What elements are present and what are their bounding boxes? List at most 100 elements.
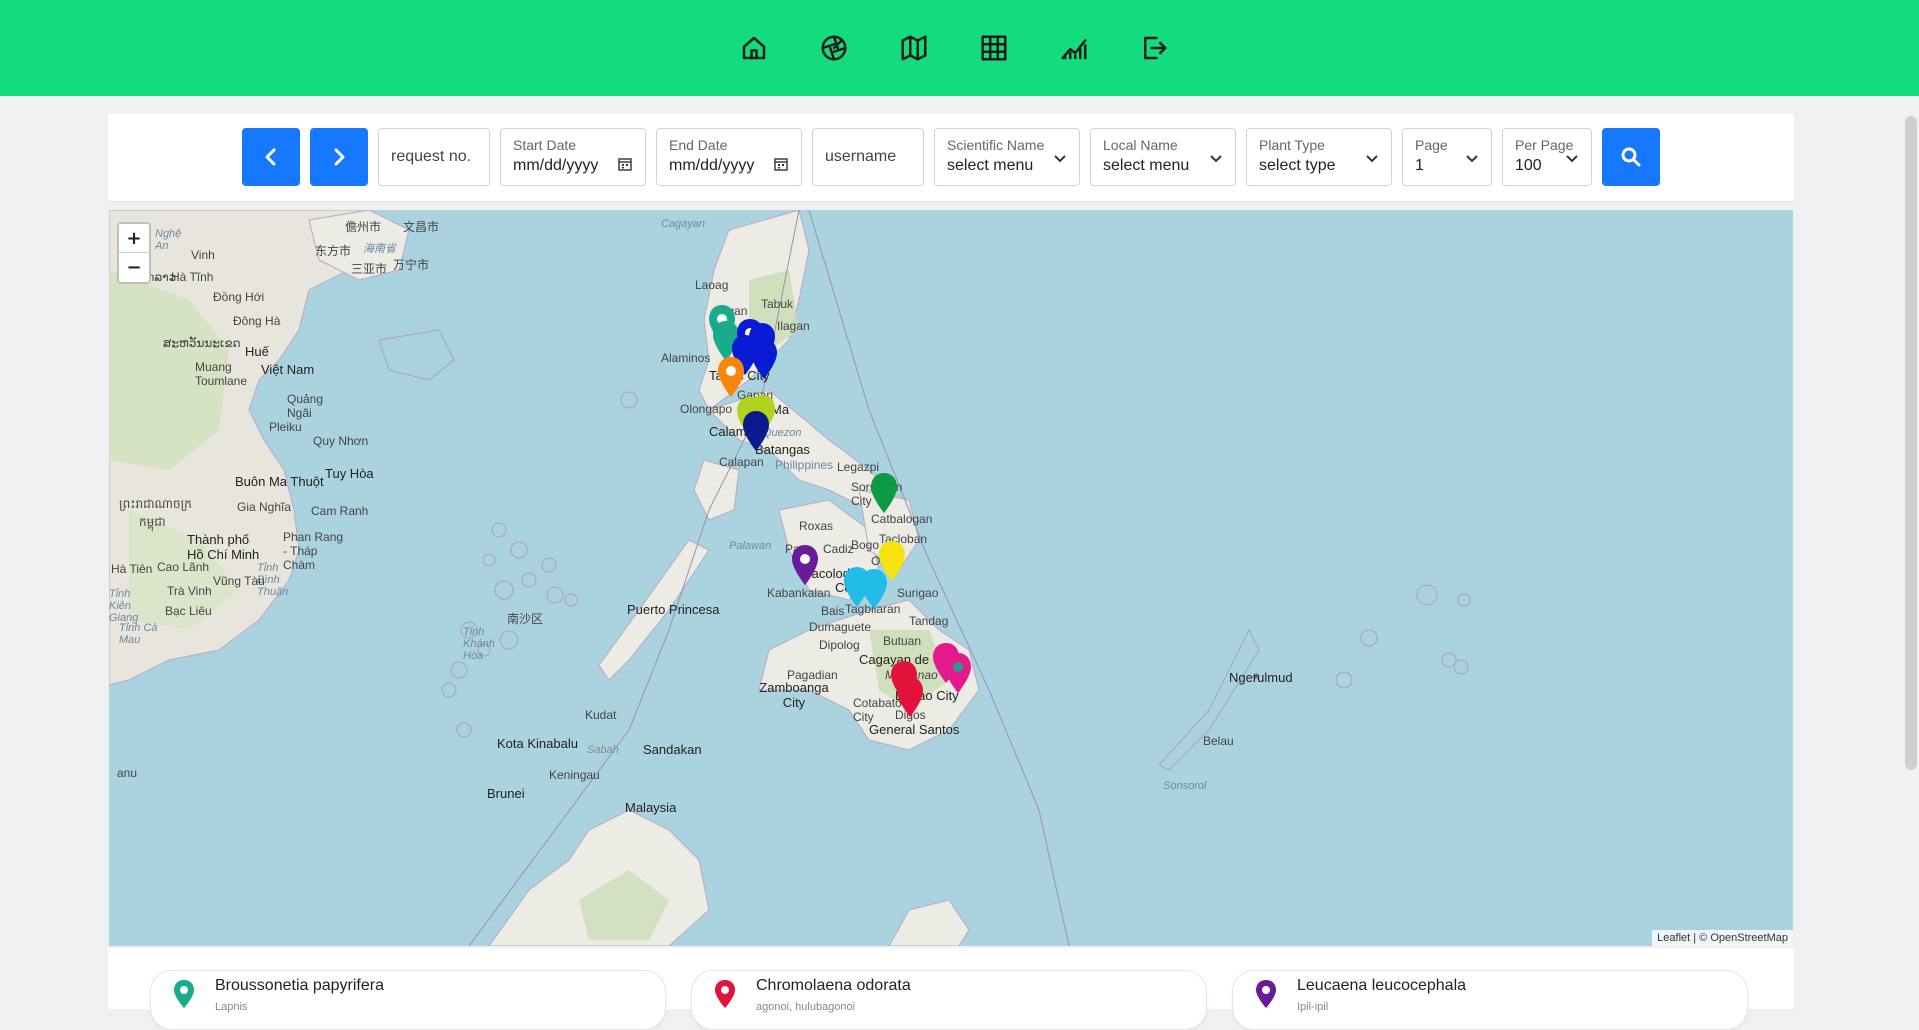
place-label: 海南省 xyxy=(363,243,396,255)
legend-local-name: Lapnis xyxy=(215,1001,248,1013)
table-icon[interactable] xyxy=(978,32,1010,64)
place-label: Hà Tiên xyxy=(111,562,153,576)
place-label: Vũng Tàu xyxy=(213,574,265,588)
logout-icon[interactable] xyxy=(1138,32,1170,64)
place-label: Bogo xyxy=(851,538,880,552)
search-button[interactable] xyxy=(1602,128,1660,186)
place-label: Dipolog xyxy=(819,638,860,652)
place-label: Zamboanga City xyxy=(759,680,829,710)
place-label: Malaysia xyxy=(625,800,677,815)
legend-local-name: Ipil-ipil xyxy=(1297,1001,1329,1013)
plant-type-select[interactable]: Plant Type select type xyxy=(1246,128,1392,186)
legend-card[interactable]: Chromolaena odorata agonoi, hulubagonoi xyxy=(691,970,1207,1030)
start-date-value: mm/dd/yyyy xyxy=(513,157,599,174)
place-label: Laoag xyxy=(695,278,729,292)
map-icon[interactable] xyxy=(898,32,930,64)
place-label: Quy Nhơn xyxy=(313,434,369,448)
zoom-in-button[interactable]: + xyxy=(119,224,149,253)
place-label: Pleiku xyxy=(269,420,302,434)
zoom-out-button[interactable]: − xyxy=(119,253,149,282)
legend-card[interactable]: Broussonetia papyrifera Lapnis xyxy=(150,970,666,1030)
place-label: Kabankalan xyxy=(767,586,831,600)
map-marker[interactable] xyxy=(943,652,973,694)
map-pin-icon xyxy=(1256,980,1276,1008)
map-base-layer xyxy=(109,210,1471,946)
map-marker[interactable] xyxy=(741,410,771,452)
place-label: Muang Toumlane xyxy=(195,360,248,388)
place-label: Kota Kinabalu xyxy=(497,736,578,751)
scientific-name-value: select menu xyxy=(947,157,1034,174)
place-label: 南沙区 xyxy=(507,612,544,626)
place-label: Bais xyxy=(821,604,845,618)
species-legend: Broussonetia papyrifera Lapnis Chromolae… xyxy=(108,948,1794,1030)
scientific-name-label: Scientific Name xyxy=(947,137,1045,153)
map-attribution[interactable]: Leaflet | © OpenStreetMap xyxy=(1652,930,1793,946)
page-scrollbar[interactable] xyxy=(1905,116,1917,770)
calendar-icon[interactable] xyxy=(773,156,789,172)
legend-scientific-name: Leucaena leucocephala xyxy=(1297,977,1467,994)
page-select[interactable]: Page 1 xyxy=(1402,128,1492,186)
map-marker[interactable] xyxy=(869,472,899,514)
place-label: Surigao xyxy=(897,586,939,600)
place-label: Dumaguete xyxy=(809,620,872,634)
place-label: 东方市 xyxy=(315,244,352,258)
place-label: Belau xyxy=(1203,734,1234,748)
map-marker[interactable] xyxy=(895,676,925,718)
request-number-placeholder: request no. xyxy=(391,148,472,165)
place-label: Puerto Princesa xyxy=(627,602,720,617)
place-label: Cagayan xyxy=(661,218,706,230)
place-label: Catbalogan xyxy=(871,512,933,526)
place-label: Hà Tĩnh xyxy=(171,270,214,284)
end-date-field[interactable]: End Date mm/dd/yyyy xyxy=(656,128,802,186)
legend-scientific-name: Chromolaena odorata xyxy=(756,977,911,994)
calendar-icon[interactable] xyxy=(617,156,633,172)
previous-page-button[interactable] xyxy=(242,128,300,186)
scientific-name-select[interactable]: Scientific Name select menu xyxy=(934,128,1080,186)
place-label: Việt Nam xyxy=(261,362,315,377)
place-label: Gia Nghĩa xyxy=(237,500,292,514)
local-name-label: Local Name xyxy=(1103,137,1178,153)
request-number-input[interactable]: request no. xyxy=(378,128,490,186)
local-name-value: select menu xyxy=(1103,157,1190,174)
start-date-field[interactable]: Start Date mm/dd/yyyy xyxy=(500,128,646,186)
place-label: Keningau xyxy=(549,768,600,782)
map-pin-icon xyxy=(715,980,735,1008)
chevron-down-icon xyxy=(1465,151,1479,165)
next-page-button[interactable] xyxy=(310,128,368,186)
place-label: Ngerulmud xyxy=(1229,670,1293,685)
home-icon[interactable] xyxy=(738,32,770,64)
aperture-icon[interactable] xyxy=(818,32,850,64)
place-label: Palawan xyxy=(729,540,772,552)
map-view[interactable]: Laoag Tabuk Vigan Ilagan Alaminos Tarlac… xyxy=(109,210,1793,946)
place-label: Huế xyxy=(245,344,269,359)
place-label: Olongapo xyxy=(680,402,733,416)
place-label: Bạc Liêu xyxy=(165,604,212,618)
username-placeholder: username xyxy=(825,148,897,165)
place-label: 文昌市 xyxy=(403,220,440,234)
map-marker[interactable] xyxy=(790,544,820,586)
page-label: Page xyxy=(1415,137,1448,153)
map-marker[interactable] xyxy=(859,568,889,610)
place-label: Tỉnh Cà Mau xyxy=(119,622,158,646)
local-name-select[interactable]: Local Name select menu xyxy=(1090,128,1236,186)
place-label: Nghệ An xyxy=(155,228,182,252)
chart-icon[interactable] xyxy=(1058,32,1090,64)
chevron-down-icon xyxy=(1565,151,1579,165)
place-label: Sandakan xyxy=(643,742,702,757)
place-label: Tuy Hòa xyxy=(325,466,374,481)
page-value: 1 xyxy=(1415,157,1424,174)
place-label: Cao Lãnh xyxy=(157,560,210,574)
map-marker[interactable] xyxy=(716,356,746,398)
filter-panel: request no. Start Date mm/dd/yyyy End Da… xyxy=(108,114,1794,202)
place-label: Tandag xyxy=(909,614,949,628)
legend-card[interactable]: Leucaena leucocephala Ipil-ipil xyxy=(1232,970,1748,1030)
place-label: Tỉnh Kiên Giang xyxy=(109,588,139,624)
place-label: General Santos xyxy=(869,722,960,737)
username-input[interactable]: username xyxy=(812,128,924,186)
place-label: Vinh xyxy=(191,248,215,262)
place-label: Calapan xyxy=(719,455,764,469)
chevron-down-icon xyxy=(1209,151,1223,165)
place-label: Thành phố Hồ Chí Minh xyxy=(187,532,260,562)
place-label: Roxas xyxy=(799,519,834,533)
per-page-select[interactable]: Per Page 100 xyxy=(1502,128,1592,186)
